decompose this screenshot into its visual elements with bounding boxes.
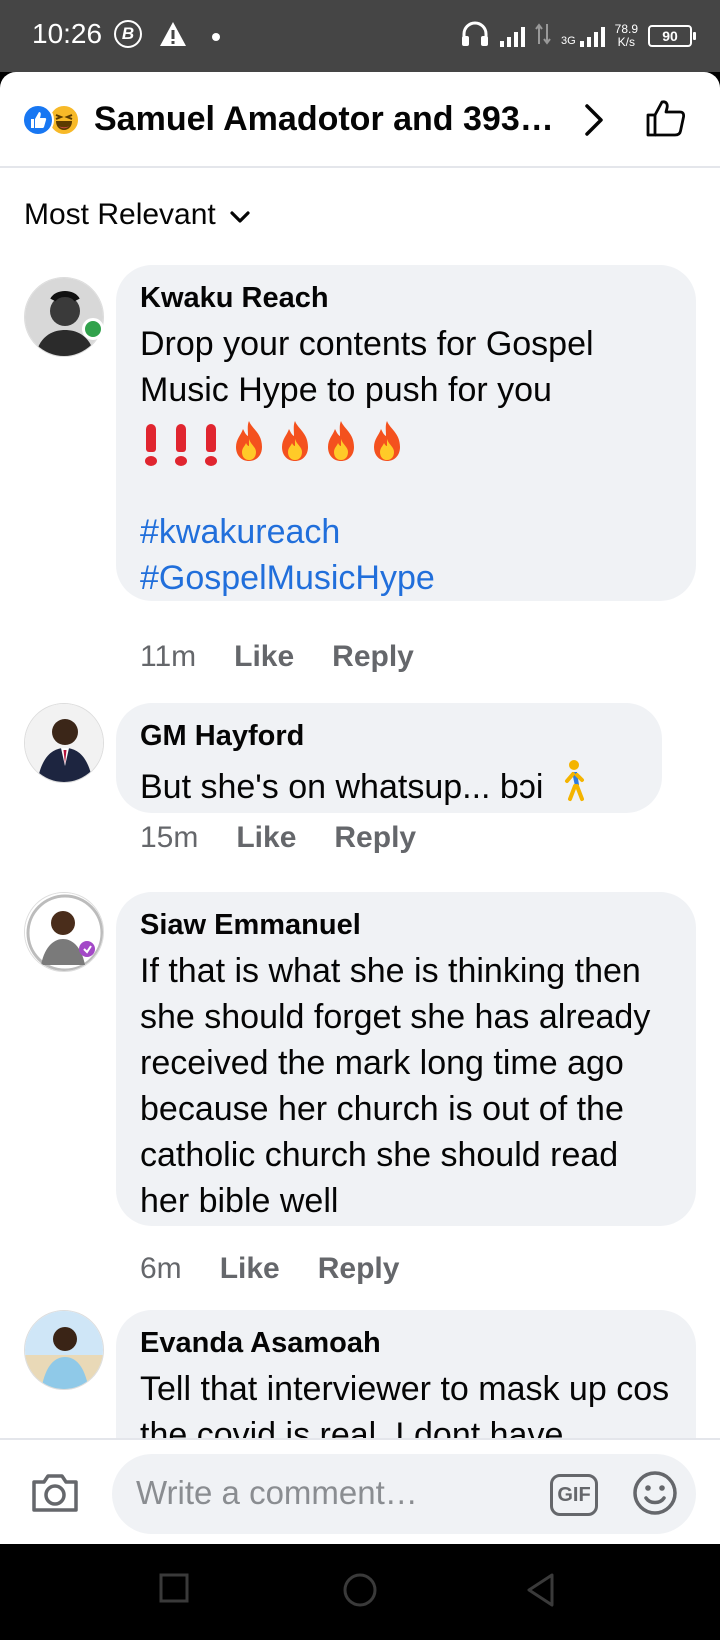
fire-icon — [230, 419, 268, 468]
sort-dropdown[interactable]: Most Relevant — [24, 198, 250, 232]
network-3g: 3G — [561, 25, 605, 47]
hashtag-link[interactable]: #kwakureach — [140, 509, 672, 555]
avatar[interactable] — [24, 1310, 104, 1390]
reaction-icons — [22, 102, 90, 138]
comment-composer: Write a comment… GIF — [0, 1438, 720, 1544]
back-icon[interactable] — [524, 1572, 556, 1613]
recents-icon[interactable] — [158, 1572, 190, 1609]
comment-author[interactable]: Siaw Emmanuel — [140, 908, 672, 942]
system-nav-bar — [0, 1544, 720, 1640]
comment-author[interactable]: GM Hayford — [140, 719, 638, 753]
like-button[interactable]: Like — [234, 640, 294, 674]
online-indicator — [82, 318, 104, 340]
comment-bubble[interactable]: GM Hayford But she's on whatsup... bɔi — [116, 703, 662, 813]
exclamation-icon — [140, 420, 162, 466]
reply-button[interactable]: Reply — [334, 821, 416, 855]
comment-bubble[interactable]: Siaw Emmanuel If that is what she is thi… — [116, 892, 696, 1226]
hashtags: #kwakureach #GospelMusicHype — [140, 509, 672, 601]
battery-icon: 90 — [648, 25, 696, 47]
exclamation-icon — [170, 420, 192, 466]
comment-time: 6m — [140, 1252, 182, 1285]
avatar[interactable] — [24, 703, 104, 783]
signal-icon — [499, 25, 525, 47]
comment-actions: 15m Like Reply — [140, 821, 416, 855]
camera-icon[interactable] — [30, 1472, 80, 1519]
comment-input[interactable]: Write a comment… GIF — [112, 1454, 696, 1534]
data-arrows-icon — [535, 22, 551, 51]
like-button[interactable]: Like — [220, 1252, 280, 1286]
notification-dot — [212, 33, 220, 41]
emoji-icon[interactable] — [632, 1470, 678, 1521]
chevron-right-icon[interactable] — [582, 102, 606, 143]
exclamation-icon — [200, 420, 222, 466]
chevron-down-icon — [230, 198, 250, 232]
comment-text: If that is what she is thinking then she… — [140, 952, 651, 1220]
headset-icon — [460, 21, 490, 52]
like-button[interactable]: Like — [236, 821, 296, 855]
comment-text: Drop your contents for Gospel Music Hype… — [140, 325, 594, 409]
comment-content: But she's on whatsup... bɔi — [140, 759, 638, 815]
fire-icon — [276, 419, 314, 468]
avatar[interactable] — [24, 892, 104, 972]
speed-unit: K/s — [617, 35, 635, 49]
comment-author[interactable]: Evanda Asamoah — [140, 1326, 672, 1360]
comment-placeholder: Write a comment… — [136, 1474, 418, 1511]
fire-icon — [322, 419, 360, 468]
comment-time: 11m — [140, 640, 197, 673]
reactions-title[interactable]: Samuel Amadotor and 393… — [94, 100, 554, 139]
signal-icon-2 — [579, 25, 605, 47]
comment-author[interactable]: Kwaku Reach — [140, 281, 672, 315]
fire-icon — [368, 419, 406, 468]
sort-label: Most Relevant — [24, 198, 216, 231]
network-type: 3G — [560, 35, 576, 47]
comment-actions: 11m Like Reply — [140, 640, 414, 674]
comment-text: But she's on whatsup... bɔi — [140, 768, 544, 806]
reply-button[interactable]: Reply — [318, 1252, 400, 1286]
comment-actions: 6m Like Reply — [140, 1252, 399, 1286]
b-badge-icon: B — [114, 20, 142, 48]
comments-sheet: Samuel Amadotor and 393… Most Relevant K… — [0, 72, 720, 1544]
avatar[interactable] — [24, 277, 104, 357]
reply-button[interactable]: Reply — [332, 640, 414, 674]
warning-icon — [158, 20, 188, 53]
like-reaction-icon — [22, 104, 54, 136]
comment-time: 15m — [140, 821, 199, 854]
thumbs-up-icon[interactable] — [644, 96, 688, 145]
status-time: 10:26 — [32, 18, 103, 49]
status-bar: 10:26 B 3G 78.9 K/s 90 — [0, 0, 720, 72]
network-speed: 78.9 K/s — [615, 23, 638, 49]
comment-bubble[interactable]: Kwaku Reach Drop your contents for Gospe… — [116, 265, 696, 601]
reactions-header[interactable]: Samuel Amadotor and 393… — [0, 72, 720, 168]
hashtag-link[interactable]: #GospelMusicHype — [140, 555, 672, 601]
gif-button[interactable]: GIF — [550, 1474, 598, 1516]
home-icon[interactable] — [342, 1572, 378, 1613]
emoji-row — [140, 415, 672, 471]
status-icons: 3G 78.9 K/s 90 — [460, 16, 696, 56]
person-walking-icon — [557, 759, 587, 815]
